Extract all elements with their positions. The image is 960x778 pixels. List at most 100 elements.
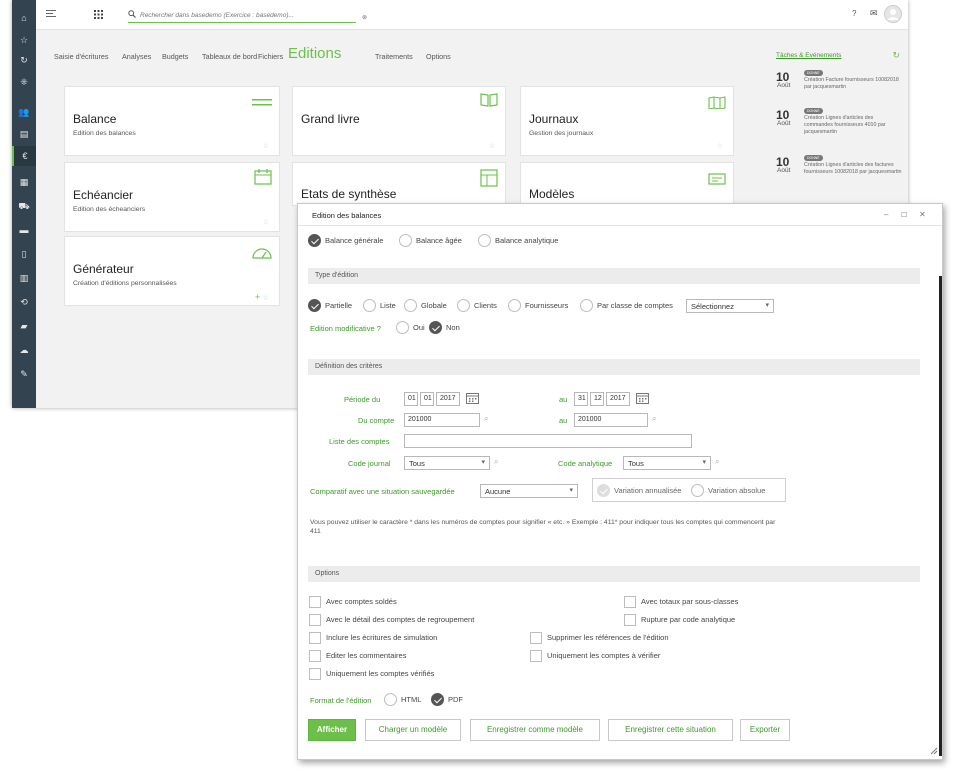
card-title: Etats de synthèse [301, 187, 397, 201]
calendar-icon[interactable]: ▦ [12, 172, 36, 192]
periode-to-year[interactable]: 2017 [606, 392, 630, 406]
star-icon[interactable]: ☆ [12, 30, 36, 50]
checkbox-supprimer-references[interactable] [530, 632, 542, 644]
star-icon[interactable]: ☆ [263, 218, 269, 226]
analytique-select[interactable]: Tous [623, 456, 711, 470]
tasks-title[interactable]: Tâches & Evénements [776, 52, 841, 59]
checkbox-comptes-verifies[interactable] [309, 668, 321, 680]
section-options: Options [308, 566, 920, 582]
periode-from-year[interactable]: 2017 [436, 392, 460, 406]
enregistrer-situation-button[interactable]: Enregistrer cette situation [608, 719, 733, 741]
search-icon[interactable]: ⌕ [715, 457, 719, 467]
resize-handle-icon[interactable] [930, 747, 938, 755]
network-icon[interactable]: ⁜ [12, 72, 36, 92]
receipt-icon[interactable]: ▤ [12, 124, 36, 144]
periode-from-day[interactable]: 01 [404, 392, 418, 406]
hamburger-icon[interactable] [46, 10, 56, 18]
task-month: Août [777, 82, 791, 89]
radio-label: Balance analytique [495, 236, 559, 245]
checkbox-totaux-sous-classes[interactable] [624, 596, 636, 608]
scrollbar[interactable] [939, 276, 942, 756]
card-etats[interactable]: Etats de synthèse [292, 162, 506, 206]
calendar-icon[interactable] [636, 392, 649, 404]
radio-circle [457, 299, 470, 312]
checkbox-commentaires[interactable] [309, 650, 321, 662]
classe-select[interactable]: Sélectionnez [686, 299, 774, 313]
card-balance[interactable]: Balance Edition des balances ☆ [64, 86, 280, 156]
charger-modele-button[interactable]: Charger un modèle [365, 719, 461, 741]
checkbox-comptes-a-verifier[interactable] [530, 650, 542, 662]
search-icon[interactable]: ⌕ [484, 414, 488, 424]
nav-traitements[interactable]: Traitements [375, 52, 413, 61]
comparatif-select[interactable]: Aucune [480, 484, 578, 498]
nav-saisie[interactable]: Saisie d'écritures [54, 52, 109, 61]
settings-dot-icon[interactable]: ⊗ [362, 14, 367, 21]
compte-from-input[interactable]: 201000 [404, 413, 480, 427]
wrench-icon[interactable]: ✎ [12, 364, 36, 384]
checkbox-label: Avec totaux par sous-classes [641, 597, 739, 606]
star-icon[interactable]: ☆ [263, 142, 269, 150]
search-input[interactable] [140, 8, 350, 22]
nav-fichiers[interactable]: Fichiers [258, 52, 283, 61]
task-item[interactable]: 10 Août DONNÉ Création Lignes d'articles… [776, 108, 904, 148]
radio-circle [431, 693, 444, 706]
close-icon[interactable]: ✕ [919, 210, 926, 219]
dialog-titlebar[interactable]: Edition des balances – ☐ ✕ [298, 204, 942, 226]
refresh-icon[interactable]: ↻ [12, 50, 36, 70]
nav-analyses[interactable]: Analyses [122, 52, 151, 61]
format-label: Format de l'édition [310, 696, 372, 705]
dialog-title: Edition des balances [312, 211, 382, 220]
nav-options[interactable]: Options [426, 52, 451, 61]
enregistrer-modele-button[interactable]: Enregistrer comme modèle [470, 719, 600, 741]
analytique-label: Code analytique [558, 459, 613, 468]
calendar-icon[interactable] [466, 392, 479, 404]
nav-editions[interactable]: Editions [288, 45, 341, 62]
cloud-icon[interactable]: ☁ [12, 340, 36, 360]
checkbox-rupture-analytique[interactable] [624, 614, 636, 626]
checkbox-comptes-soldes[interactable] [309, 596, 321, 608]
task-item[interactable]: 10 Août DONNÉ Création Facture fournisse… [776, 70, 904, 110]
home-icon[interactable]: ⌂ [12, 8, 36, 28]
nav-tableaux[interactable]: Tableaux de bord [202, 52, 257, 61]
task-item[interactable]: 10 Août DONNÉ Création Lignes d'articles… [776, 155, 904, 195]
radio-circle [580, 299, 593, 312]
journal-select[interactable]: Tous [404, 456, 490, 470]
users-icon[interactable]: 👥 [12, 102, 36, 122]
avatar[interactable] [884, 5, 902, 23]
add-icon[interactable]: + ☆ [255, 292, 269, 302]
search-icon[interactable]: ⌕ [652, 414, 656, 424]
star-icon[interactable]: ☆ [489, 142, 495, 150]
refresh-icon[interactable]: ↻ [892, 50, 900, 61]
afficher-button[interactable]: Afficher [308, 719, 356, 741]
card-generateur[interactable]: Générateur Création d'éditions personnal… [64, 236, 280, 306]
star-icon[interactable]: ☆ [717, 142, 723, 150]
exporter-button[interactable]: Exporter [740, 719, 790, 741]
card-grand-livre[interactable]: Grand livre ☆ [292, 86, 506, 156]
card-echeancier[interactable]: Echéancier Edition des écheanciers ☆ [64, 162, 280, 232]
checkbox-detail-regroupement[interactable] [309, 614, 321, 626]
task-text: Création Facture fournisseurs 10082018 p… [804, 77, 899, 91]
cycle-icon[interactable]: ⟲ [12, 292, 36, 312]
card-modeles[interactable]: Modèles [520, 162, 734, 206]
truck-icon[interactable]: ⛟ [12, 196, 36, 216]
mail-icon[interactable]: ✉ [870, 8, 878, 19]
grid-icon[interactable] [94, 10, 103, 19]
periode-from-month[interactable]: 01 [420, 392, 434, 406]
minimize-icon[interactable]: – [884, 210, 888, 219]
search-icon[interactable]: ⌕ [494, 457, 498, 467]
maximize-icon[interactable]: ☐ [901, 211, 907, 219]
file-icon[interactable]: ▯ [12, 244, 36, 264]
nav-budgets[interactable]: Budgets [162, 52, 188, 61]
euro-icon[interactable]: € [12, 146, 36, 166]
card-icon[interactable]: ▬ [12, 220, 36, 240]
card-desc: Gestion des journaux [529, 130, 594, 137]
folder-icon[interactable]: ▰ [12, 316, 36, 336]
liste-input[interactable] [404, 434, 692, 448]
card-journaux[interactable]: Journaux Gestion des journaux ☆ [520, 86, 734, 156]
compte-to-input[interactable]: 201000 [574, 413, 648, 427]
periode-to-month[interactable]: 12 [590, 392, 604, 406]
checkbox-simulation[interactable] [309, 632, 321, 644]
document-icon[interactable]: ▥ [12, 268, 36, 288]
periode-to-day[interactable]: 31 [574, 392, 588, 406]
help-button[interactable]: ? [852, 9, 856, 18]
